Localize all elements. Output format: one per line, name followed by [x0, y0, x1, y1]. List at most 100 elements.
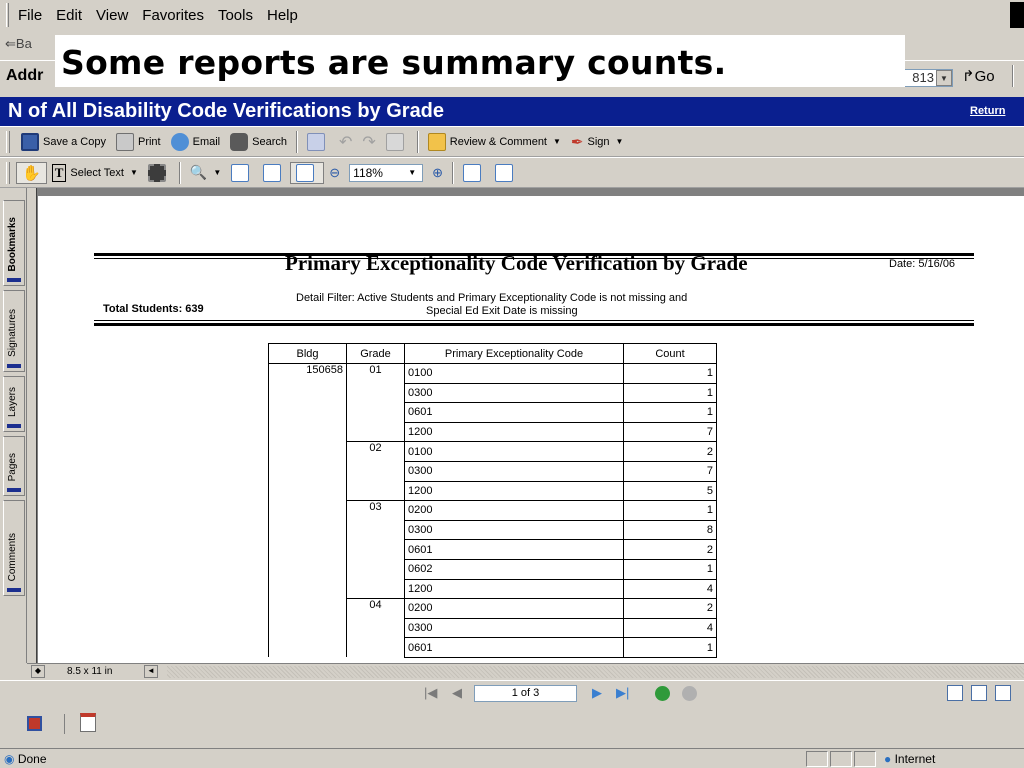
zoom-out-button[interactable]: ⊖: [324, 162, 345, 184]
print-button[interactable]: Print: [111, 131, 166, 153]
go-forward-view-icon[interactable]: [682, 686, 697, 701]
paste-button[interactable]: [381, 131, 413, 153]
save-copy-button[interactable]: Save a Copy: [16, 131, 111, 153]
continuous-layout-icon[interactable]: [971, 685, 987, 701]
first-page-icon[interactable]: |◀: [424, 685, 437, 701]
horizontal-scrollbar[interactable]: [167, 666, 1024, 678]
document-gutter: [27, 188, 37, 663]
status-label: Done: [17, 752, 47, 766]
cell-grade: [346, 559, 405, 580]
tab-layers[interactable]: Layers: [3, 376, 25, 432]
tab-bookmarks-label: Bookmarks: [7, 216, 18, 271]
review-comment-label: Review & Comment: [449, 135, 547, 148]
search-button[interactable]: Search: [225, 131, 292, 153]
cell-grade: [346, 422, 405, 442]
sign-button[interactable]: ✒ Sign ▼: [566, 131, 629, 153]
go-arrow-icon: ↱: [962, 68, 975, 85]
rotate-counterclockwise-button[interactable]: [490, 162, 522, 184]
cell-code: 1200: [404, 578, 624, 600]
chevron-down-icon[interactable]: ▼: [553, 137, 561, 146]
table-row: 0300 1: [268, 382, 717, 404]
page-icon: [231, 163, 250, 182]
app-tile-icon[interactable]: [27, 716, 42, 731]
undo-button[interactable]: ↶: [334, 131, 357, 153]
scroll-left-button[interactable]: ◆: [31, 665, 45, 678]
page-title: N of All Disability Code Verifications b…: [8, 100, 445, 122]
cell-count: 4: [623, 578, 717, 600]
toolbar-separator: [416, 130, 419, 153]
chevron-down-icon[interactable]: ▼: [213, 168, 221, 177]
review-comment-button[interactable]: Review & Comment ▼: [423, 131, 566, 153]
chevron-down-icon[interactable]: ▼: [130, 168, 138, 177]
chevron-down-icon[interactable]: ▼: [408, 165, 416, 181]
tab-comments[interactable]: Comments: [3, 500, 25, 596]
table-row: 0300 7: [268, 460, 717, 482]
return-link[interactable]: Return: [970, 105, 1005, 117]
cell-count: 8: [623, 519, 717, 541]
scroll-right-button[interactable]: ◄: [144, 665, 158, 678]
menu-view[interactable]: View: [96, 7, 128, 24]
snapshot-button[interactable]: [143, 162, 175, 184]
email-button[interactable]: Email: [166, 131, 226, 153]
sign-label: Sign: [587, 135, 610, 148]
cell-bldg: [268, 637, 347, 658]
zoom-in-tool-button[interactable]: 🔍 ▼: [185, 162, 226, 184]
tab-bookmarks[interactable]: Bookmarks: [3, 200, 25, 286]
go-button[interactable]: ↱Go: [962, 67, 995, 85]
table-row: 1200 5: [268, 480, 717, 502]
menu-edit[interactable]: Edit: [56, 7, 82, 24]
menu-favorites[interactable]: Favorites: [142, 7, 204, 24]
redo-icon: ↷: [362, 133, 376, 151]
cell-count: 1: [623, 382, 717, 404]
chevron-down-icon[interactable]: ▼: [616, 137, 624, 146]
rotate-clockwise-button[interactable]: [458, 162, 490, 184]
tab-pages-label: Pages: [7, 452, 18, 481]
tab-pages[interactable]: Pages: [3, 436, 25, 496]
address-dropdown-value: 813: [912, 70, 934, 85]
address-separator: [1012, 65, 1014, 87]
report-table: Bldg Grade Primary Exceptionality Code C…: [268, 343, 717, 658]
page-number-input[interactable]: 1 of 3: [474, 685, 577, 702]
single-page-layout-icon[interactable]: [947, 685, 963, 701]
redo-button[interactable]: ↷: [357, 131, 380, 153]
facing-layout-icon[interactable]: [995, 685, 1011, 701]
menu-tools[interactable]: Tools: [218, 7, 253, 24]
zoom-input[interactable]: 118% ▼: [349, 163, 424, 182]
last-page-icon[interactable]: ▶|: [616, 685, 629, 701]
back-button[interactable]: ⇐Ba: [5, 36, 32, 52]
table-row: 0601 1: [268, 402, 717, 423]
hand-tool-button[interactable]: ✋: [16, 161, 47, 184]
acrobat-file-toolbar: Save a Copy Print Email Search ↶ ↷ Revie…: [0, 126, 1024, 157]
fit-width-button[interactable]: [290, 161, 325, 184]
next-page-icon[interactable]: ▶: [592, 685, 602, 701]
previous-page-icon[interactable]: ◀: [452, 685, 462, 701]
select-text-button[interactable]: T Select Text ▼: [47, 162, 143, 184]
fit-page-button[interactable]: [258, 162, 290, 184]
menu-help[interactable]: Help: [267, 7, 298, 24]
zoom-in-button[interactable]: ⊕: [427, 162, 448, 184]
cell-bldg: [268, 618, 347, 638]
cell-count: 1: [623, 558, 717, 580]
cell-bldg: [268, 422, 347, 442]
cell-count: 7: [623, 421, 717, 443]
cell-code: 0300: [404, 519, 624, 541]
page-size: 8.5 x 11 in: [67, 666, 113, 677]
cell-count: 1: [623, 637, 717, 658]
cell-grade: [346, 402, 405, 423]
cell-grade: 03: [346, 500, 405, 521]
report-title-bar: N of All Disability Code Verifications b…: [0, 97, 1024, 126]
menu-file[interactable]: File: [18, 7, 42, 24]
tab-signatures[interactable]: Signatures: [3, 290, 25, 372]
actual-size-button[interactable]: [226, 162, 258, 184]
cell-count: 1: [623, 402, 717, 423]
pdf-document-icon[interactable]: [80, 713, 96, 732]
cell-code: 1200: [404, 421, 624, 443]
cell-count: 2: [623, 539, 717, 560]
clipboard-icon: [385, 132, 404, 151]
comment-bubble-icon: [427, 132, 446, 151]
chevron-down-icon[interactable]: ▼: [936, 70, 952, 86]
cell-code: 0602: [404, 558, 624, 580]
go-back-view-icon[interactable]: [655, 686, 670, 701]
bottom-tools-row: [0, 705, 1024, 745]
spellcheck-button[interactable]: [302, 131, 334, 153]
